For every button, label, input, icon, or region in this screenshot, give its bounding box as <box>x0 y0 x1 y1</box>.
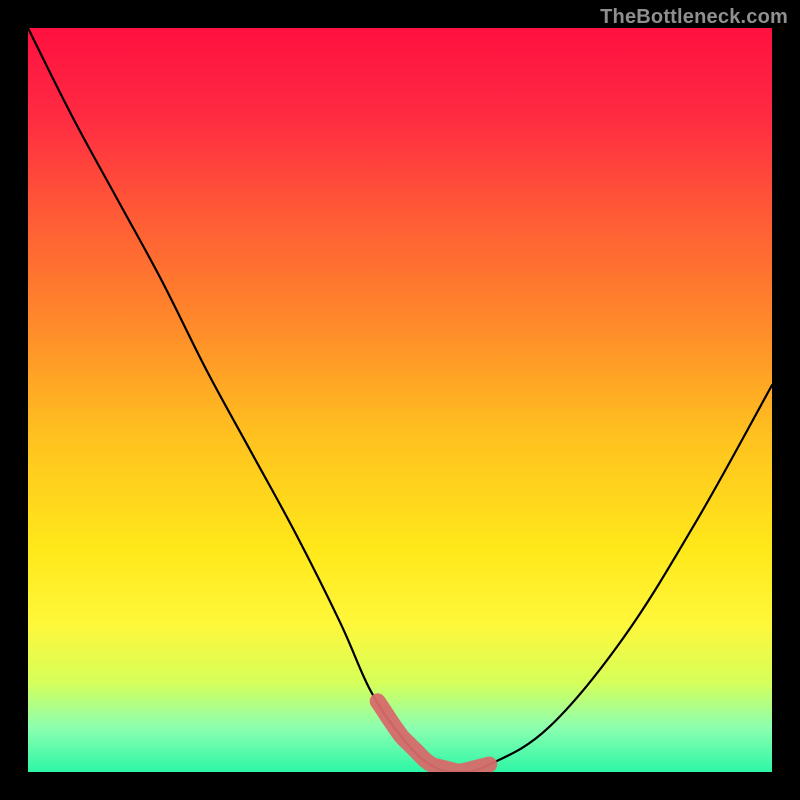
gradient-background <box>28 28 772 772</box>
chart-svg <box>28 28 772 772</box>
watermark-text: TheBottleneck.com <box>600 6 788 29</box>
chart-stage <box>28 28 772 772</box>
